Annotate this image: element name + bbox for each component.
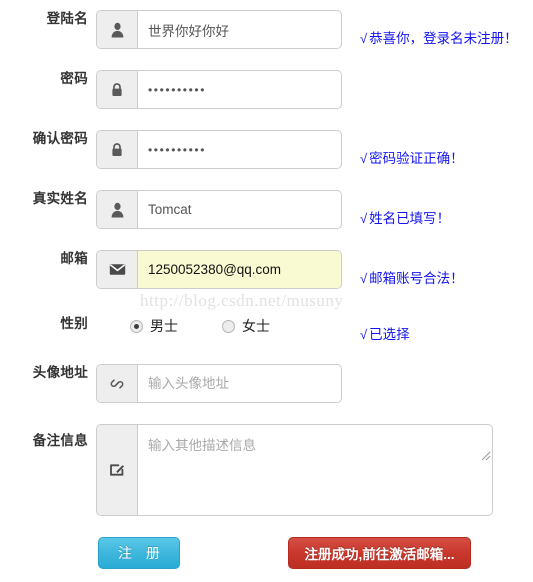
control-username — [96, 10, 342, 49]
validation-realname: √ 姓名已填写！ — [360, 210, 450, 228]
radio-gender-female[interactable]: 女士 — [222, 316, 270, 336]
input-group-avatar[interactable] — [96, 364, 342, 403]
radio-label-female: 女士 — [242, 318, 270, 334]
validation-gender-text: 已选择 — [369, 327, 410, 342]
label-email: 邮箱 — [60, 251, 88, 266]
control-realname — [96, 190, 342, 229]
form-row-avatar: 头像地址 — [0, 364, 533, 403]
radio-label-male: 男士 — [150, 318, 178, 334]
input-group-username[interactable] — [96, 10, 342, 49]
input-group-email[interactable] — [96, 250, 342, 289]
validation-username: √ 恭喜你，登录名未注册！ — [360, 30, 518, 48]
form-row-confirm-password: 确认密码 √密码验证正确！ — [0, 130, 533, 169]
input-confirm-password[interactable] — [138, 131, 341, 168]
radio-dot-female[interactable] — [222, 319, 235, 333]
validation-gender: √ 已选择 — [360, 326, 410, 344]
link-icon — [97, 365, 138, 402]
registration-form: 登陆名 √恭喜你，登录名未注册！ 密码 — [0, 0, 533, 582]
validation-username-text: 恭喜你，登录名未注册！ — [369, 31, 518, 46]
input-email[interactable] — [138, 251, 341, 288]
user-icon — [97, 11, 138, 48]
control-avatar — [96, 364, 342, 403]
label-gender: 性别 — [60, 316, 88, 331]
control-confirm-password — [96, 130, 342, 169]
watermark: http://blog.csdn.net/musuny — [140, 291, 344, 310]
input-remark[interactable] — [138, 425, 492, 515]
input-group-password[interactable] — [96, 70, 342, 109]
label-avatar: 头像地址 — [32, 365, 88, 380]
input-password[interactable] — [138, 71, 341, 108]
radio-dot-male[interactable] — [130, 319, 143, 333]
input-avatar[interactable] — [138, 365, 341, 402]
validation-confirm-password-text: 密码验证正确！ — [369, 151, 464, 166]
label-password: 密码 — [60, 71, 88, 86]
control-email — [96, 250, 342, 289]
control-password — [96, 70, 342, 109]
form-row-password: 密码 — [0, 70, 533, 109]
input-username[interactable] — [138, 11, 341, 48]
form-row-realname: 真实姓名 √姓名已填写！ — [0, 190, 533, 229]
lock-icon — [97, 131, 138, 168]
user-icon — [97, 191, 138, 228]
form-row-email: 邮箱 √邮箱账号合法！ — [0, 250, 533, 289]
validation-realname-text: 姓名已填写！ — [369, 211, 451, 226]
textarea-group-remark[interactable] — [96, 424, 493, 516]
check-icon: √ — [360, 151, 368, 166]
check-icon: √ — [360, 211, 368, 226]
form-row-remark: 备注信息 — [0, 424, 533, 516]
input-group-realname[interactable] — [96, 190, 342, 229]
radio-gender-male[interactable]: 男士 — [130, 316, 178, 336]
input-group-confirm-password[interactable] — [96, 130, 342, 169]
label-username: 登陆名 — [46, 11, 88, 26]
validation-confirm-password: √ 密码验证正确！ — [360, 150, 464, 168]
label-realname: 真实姓名 — [32, 191, 88, 206]
input-realname[interactable] — [138, 191, 341, 228]
form-row-username: 登陆名 √恭喜你，登录名未注册！ — [0, 10, 533, 49]
gender-radio-group: 男士 女士 — [130, 315, 270, 337]
envelope-icon — [97, 251, 138, 288]
validation-email-text: 邮箱账号合法！ — [369, 271, 464, 286]
check-icon: √ — [360, 327, 368, 342]
registration-status-button[interactable]: 注册成功,前往激活邮箱... — [288, 537, 471, 569]
edit-icon — [97, 425, 138, 515]
check-icon: √ — [360, 31, 368, 46]
lock-icon — [97, 71, 138, 108]
check-icon: √ — [360, 271, 368, 286]
validation-email: √ 邮箱账号合法！ — [360, 270, 464, 288]
label-remark: 备注信息 — [32, 433, 88, 448]
form-row-gender: 性别 男士 女士 √ 已选择 — [0, 315, 533, 342]
register-button[interactable]: 注 册 — [98, 537, 180, 569]
label-confirm-password: 确认密码 — [32, 131, 88, 146]
